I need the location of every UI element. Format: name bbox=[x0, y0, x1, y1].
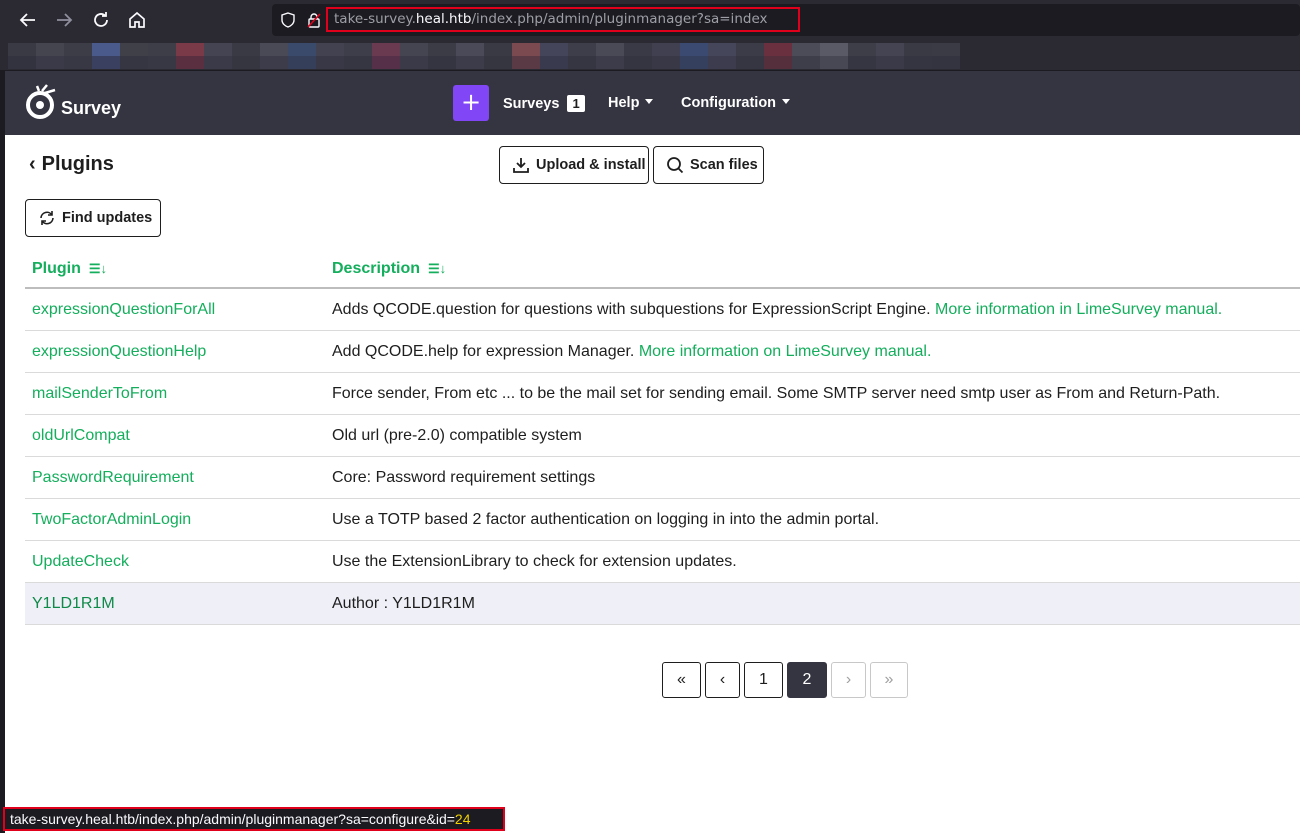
plugin-name-link[interactable]: expressionQuestionHelp bbox=[32, 343, 206, 361]
plugin-name-link[interactable]: Y1LD1R1M bbox=[32, 595, 115, 613]
page-title-text: Plugins bbox=[41, 153, 114, 175]
top-navbar: Survey + Surveys 1 Help Configuration bbox=[5, 71, 1300, 135]
plugin-description: Adds QCODE.question for questions with s… bbox=[332, 301, 1222, 319]
plugin-description-text: Add QCODE.help for expression Manager. bbox=[332, 343, 639, 360]
pagination-page-2-current[interactable]: 2 bbox=[787, 662, 827, 698]
upload-install-label: Upload & install bbox=[536, 157, 646, 173]
manual-link[interactable]: More information in LimeSurvey manual. bbox=[935, 301, 1222, 318]
configuration-label: Configuration bbox=[681, 95, 777, 111]
create-survey-button[interactable]: + bbox=[453, 85, 489, 121]
limesurvey-logo-icon[interactable] bbox=[25, 84, 59, 120]
table-row[interactable]: TwoFactorAdminLogin Use a TOTP based 2 f… bbox=[25, 499, 1300, 541]
link-status-bar: take-survey.heal.htb/index.php/admin/plu… bbox=[3, 807, 505, 831]
plugin-name-link[interactable]: mailSenderToFrom bbox=[32, 385, 167, 403]
scan-files-label: Scan files bbox=[690, 157, 758, 173]
manual-link[interactable]: More information on LimeSurvey manual. bbox=[639, 343, 932, 360]
table-row[interactable]: oldUrlCompat Old url (pre-2.0) compatibl… bbox=[25, 415, 1300, 457]
plugin-description: Force sender, From etc ... to be the mai… bbox=[332, 385, 1221, 402]
address-bar[interactable]: take-survey.heal.htb/index.php/admin/plu… bbox=[272, 4, 1300, 36]
plugin-description: Use the ExtensionLibrary to check for ex… bbox=[332, 553, 737, 570]
surveys-menu[interactable]: Surveys 1 bbox=[503, 95, 585, 112]
pagination-first[interactable]: « bbox=[662, 662, 701, 698]
table-row[interactable]: expressionQuestionHelp Add QCODE.help fo… bbox=[25, 331, 1300, 373]
forward-arrow-icon[interactable] bbox=[52, 8, 76, 32]
surveys-label: Surveys bbox=[503, 96, 560, 112]
brand-name[interactable]: Survey bbox=[61, 98, 121, 119]
column-label-description: Description bbox=[332, 260, 421, 277]
plugins-table: Plugin ☰↓ Description ☰↓ expressionQuestio… bbox=[25, 248, 1300, 625]
status-url-id: 24 bbox=[454, 811, 471, 827]
surveys-count-badge: 1 bbox=[567, 95, 585, 112]
search-icon bbox=[667, 157, 684, 174]
back-arrow-icon[interactable] bbox=[16, 8, 40, 32]
table-row[interactable]: UpdateCheck Use the ExtensionLibrary to … bbox=[25, 541, 1300, 583]
table-row-hovered[interactable]: Y1LD1R1M Author : Y1LD1R1M bbox=[25, 583, 1300, 625]
pagination-next: › bbox=[831, 662, 866, 698]
plugin-name-link[interactable]: oldUrlCompat bbox=[32, 427, 130, 445]
lock-insecure-icon[interactable] bbox=[306, 12, 322, 28]
help-label: Help bbox=[608, 95, 640, 111]
reload-icon[interactable] bbox=[89, 8, 113, 32]
table-row[interactable]: expressionQuestionForAll Adds QCODE.ques… bbox=[25, 289, 1300, 331]
url-text[interactable]: take-survey.heal.htb/index.php/admin/plu… bbox=[334, 11, 768, 27]
sort-icon: ☰↓ bbox=[428, 261, 447, 276]
help-menu[interactable]: Help bbox=[608, 95, 654, 111]
download-icon bbox=[513, 158, 529, 173]
sort-icon: ☰↓ bbox=[88, 261, 108, 276]
chevron-left-icon: ‹ bbox=[29, 153, 36, 175]
table-row[interactable]: PasswordRequirement Core: Password requi… bbox=[25, 457, 1300, 499]
find-updates-label: Find updates bbox=[62, 210, 153, 226]
shield-icon[interactable] bbox=[280, 12, 296, 28]
plugin-name-link[interactable]: UpdateCheck bbox=[32, 553, 129, 571]
column-header-plugin[interactable]: Plugin ☰↓ bbox=[32, 260, 107, 278]
plugin-name-link[interactable]: expressionQuestionForAll bbox=[32, 301, 215, 319]
upload-install-button[interactable]: Upload & install bbox=[499, 146, 649, 184]
table-header: Plugin ☰↓ Description ☰↓ bbox=[25, 248, 1300, 289]
column-label-plugin: Plugin bbox=[32, 260, 81, 277]
page-title[interactable]: ‹ Plugins bbox=[29, 153, 114, 176]
pagination-last: » bbox=[870, 662, 908, 698]
plugin-name-link[interactable]: PasswordRequirement bbox=[32, 469, 194, 487]
plugin-description-text: Adds QCODE.question for questions with s… bbox=[332, 301, 935, 318]
pixelated-bookmarks bbox=[8, 43, 972, 69]
pagination-prev[interactable]: ‹ bbox=[705, 662, 740, 698]
configuration-menu[interactable]: Configuration bbox=[681, 95, 791, 111]
home-icon[interactable] bbox=[125, 8, 149, 32]
caret-down-icon bbox=[645, 99, 654, 104]
plugin-description: Add QCODE.help for expression Manager. M… bbox=[332, 343, 931, 361]
pagination-page-1[interactable]: 1 bbox=[744, 662, 783, 698]
plugin-description: Old url (pre-2.0) compatible system bbox=[332, 427, 582, 444]
caret-down-icon bbox=[782, 99, 791, 104]
plugin-description: Author : Y1LD1R1M bbox=[332, 595, 475, 612]
browser-toolbar: take-survey.heal.htb/index.php/admin/plu… bbox=[0, 0, 1300, 40]
refresh-icon bbox=[40, 211, 54, 225]
plugin-description: Core: Password requirement settings bbox=[332, 469, 596, 486]
bookmarks-bar bbox=[0, 40, 1300, 71]
table-row[interactable]: mailSenderToFrom Force sender, From etc … bbox=[25, 373, 1300, 415]
status-url-text: take-survey.heal.htb/index.php/admin/plu… bbox=[10, 811, 455, 827]
plugin-description: Use a TOTP based 2 factor authentication… bbox=[332, 511, 880, 528]
plugin-name-link[interactable]: TwoFactorAdminLogin bbox=[32, 511, 191, 529]
table-body: expressionQuestionForAll Adds QCODE.ques… bbox=[25, 289, 1300, 625]
page-content: Survey + Surveys 1 Help Configuration ‹ Pl… bbox=[5, 71, 1300, 833]
find-updates-button[interactable]: Find updates bbox=[25, 199, 161, 237]
scan-files-button[interactable]: Scan files bbox=[653, 146, 764, 184]
column-header-description[interactable]: Description ☰↓ bbox=[332, 260, 446, 278]
